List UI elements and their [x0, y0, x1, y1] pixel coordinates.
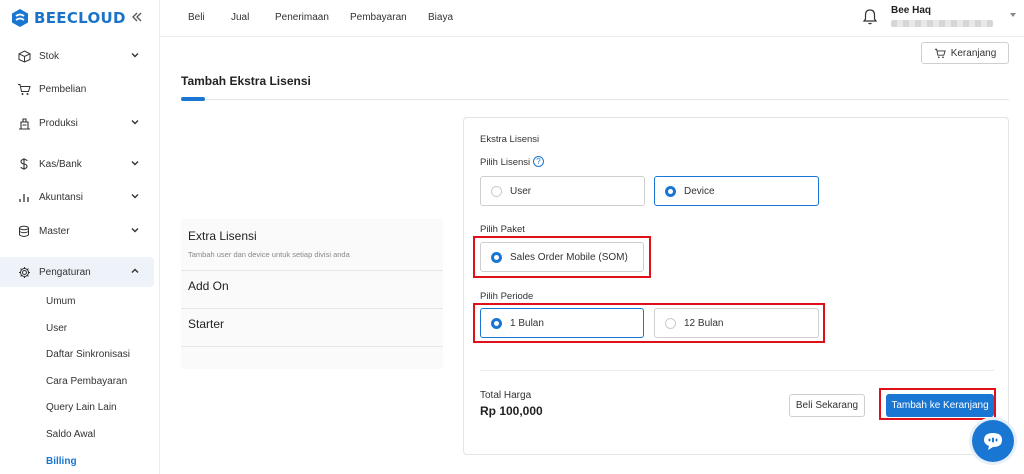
- period-option-12-bulan[interactable]: 12 Bulan: [654, 308, 819, 338]
- gear-icon: [17, 265, 31, 279]
- chat-widget-button[interactable]: [972, 420, 1014, 462]
- sidebar: BEECLOUD Stok Pembelian Produksi Kas/Ban…: [0, 0, 160, 474]
- sidebar-item-pembelian[interactable]: Pembelian: [0, 74, 154, 104]
- collapse-sidebar-icon[interactable]: [129, 10, 145, 26]
- radio-unselected-icon: [491, 185, 502, 197]
- sidebar-subitem-umum[interactable]: Umum: [46, 296, 75, 307]
- factory-icon: [17, 116, 31, 130]
- chevron-down-icon: [131, 161, 139, 166]
- cart-icon: [17, 82, 31, 96]
- sidebar-item-label: Pengaturan: [39, 266, 91, 278]
- option-label: Device: [684, 185, 715, 197]
- database-icon: [17, 224, 31, 238]
- cart-icon: [934, 48, 946, 58]
- page-title: Tambah Ekstra Lisensi: [181, 74, 311, 88]
- license-label: Pilih Lisensi: [480, 157, 531, 168]
- sidebar-subitem-query-lain-lain[interactable]: Query Lain Lain: [46, 402, 117, 413]
- logo[interactable]: BEECLOUD: [10, 8, 126, 28]
- brand-name: BEECLOUD: [34, 9, 126, 27]
- cart-button[interactable]: Keranjang: [921, 42, 1009, 64]
- sidebar-subitem-cara-pembayaran[interactable]: Cara Pembayaran: [46, 376, 127, 387]
- total-value: Rp 100,000: [480, 404, 543, 418]
- sidebar-item-label: Produksi: [39, 117, 78, 129]
- title-accent-bar: [181, 97, 205, 101]
- product-title: Extra Lisensi: [188, 229, 257, 243]
- product-item-add-on[interactable]: Add On: [181, 271, 443, 309]
- sidebar-item-kas-bank[interactable]: Kas/Bank: [0, 149, 154, 179]
- topnav-pembayaran[interactable]: Pembayaran: [350, 12, 407, 23]
- product-title: Add On: [188, 279, 229, 293]
- topnav-penerimaan[interactable]: Penerimaan: [275, 12, 329, 23]
- sidebar-subitem-saldo-awal[interactable]: Saldo Awal: [46, 429, 95, 440]
- radio-selected-icon: [491, 251, 502, 263]
- bell-icon[interactable]: [862, 8, 878, 26]
- sidebar-subitem-daftar-sinkronisasi[interactable]: Daftar Sinkronisasi: [46, 349, 130, 360]
- buy-now-button[interactable]: Beli Sekarang: [789, 394, 865, 417]
- panel-heading: Ekstra Lisensi: [480, 134, 540, 145]
- option-label: 12 Bulan: [684, 317, 724, 329]
- license-option-user[interactable]: User: [480, 176, 645, 206]
- product-item-starter[interactable]: Starter: [181, 309, 443, 347]
- total-label: Total Harga: [480, 390, 532, 401]
- user-subtitle-redacted: [891, 20, 993, 27]
- box-icon: [17, 49, 31, 63]
- dollar-icon: [17, 157, 31, 171]
- beecloud-logo-icon: [12, 9, 28, 27]
- chat-icon: [984, 433, 1002, 450]
- sidebar-item-master[interactable]: Master: [0, 216, 154, 246]
- radio-selected-icon: [665, 185, 676, 197]
- sidebar-item-label: Stok: [39, 50, 60, 62]
- sidebar-item-pengaturan[interactable]: Pengaturan: [0, 257, 154, 287]
- product-title: Starter: [188, 317, 225, 331]
- user-name[interactable]: Bee Haq: [891, 5, 931, 16]
- chevron-up-icon: [131, 268, 139, 273]
- license-option-device[interactable]: Device: [654, 176, 819, 206]
- chevron-down-icon: [131, 228, 139, 233]
- radio-selected-icon: [491, 317, 502, 329]
- option-label: 1 Bulan: [510, 317, 544, 329]
- title-divider: [181, 99, 1009, 100]
- period-option-1-bulan[interactable]: 1 Bulan: [480, 308, 644, 338]
- chevron-down-icon: [131, 120, 139, 125]
- topnav-beli[interactable]: Beli: [188, 12, 205, 23]
- chevron-down-icon: [131, 194, 139, 199]
- add-to-cart-button[interactable]: Tambah ke Keranjang: [886, 394, 994, 417]
- help-icon[interactable]: ?: [533, 156, 544, 167]
- panel-divider: [480, 370, 994, 371]
- period-label: Pilih Periode: [480, 291, 534, 302]
- sidebar-item-label: Pembelian: [39, 83, 87, 95]
- top-bar: Beli Jual Penerimaan Pembayaran Biaya Be…: [160, 0, 1024, 37]
- bar-chart-icon: [17, 190, 31, 204]
- sidebar-subitem-billing[interactable]: Billing: [46, 456, 77, 467]
- sidebar-item-stok[interactable]: Stok: [0, 41, 154, 71]
- product-list: Extra Lisensi Tambah user dan device unt…: [181, 219, 443, 369]
- radio-unselected-icon: [665, 317, 676, 329]
- topnav-biaya[interactable]: Biaya: [428, 12, 453, 23]
- sidebar-item-akuntansi[interactable]: Akuntansi: [0, 182, 154, 212]
- license-panel: Ekstra Lisensi Pilih Lisensi ? User Devi…: [463, 117, 1009, 455]
- topnav-jual[interactable]: Jual: [231, 12, 249, 23]
- cart-button-label: Keranjang: [950, 47, 997, 59]
- sidebar-item-label: Master: [39, 225, 70, 237]
- package-label: Pilih Paket: [480, 224, 525, 235]
- option-label: User: [510, 185, 532, 197]
- chevron-down-icon: [131, 53, 139, 58]
- option-label: Sales Order Mobile (SOM): [510, 251, 628, 263]
- product-item-extra-lisensi[interactable]: Extra Lisensi Tambah user dan device unt…: [181, 219, 443, 271]
- product-description: Tambah user dan device untuk setiap divi…: [188, 250, 350, 259]
- package-option-som[interactable]: Sales Order Mobile (SOM): [480, 242, 644, 272]
- sidebar-item-label: Akuntansi: [39, 191, 83, 203]
- caret-down-icon[interactable]: [1010, 13, 1016, 17]
- sidebar-item-produksi[interactable]: Produksi: [0, 108, 154, 138]
- sidebar-subitem-user[interactable]: User: [46, 323, 67, 334]
- sidebar-item-label: Kas/Bank: [39, 158, 82, 170]
